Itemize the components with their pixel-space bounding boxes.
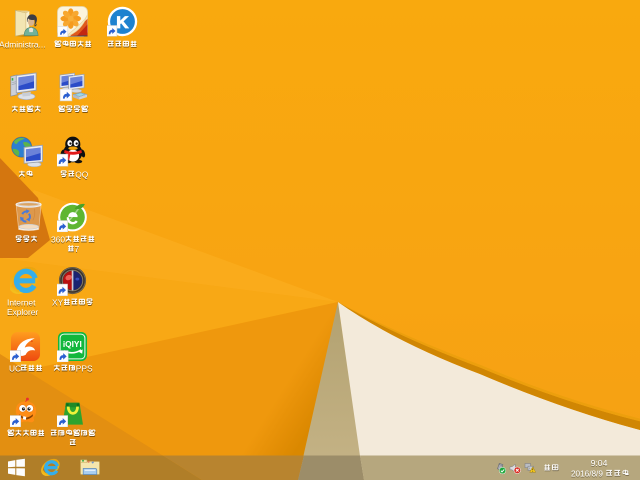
svg-text:Explorer: Explorer [7,307,38,317]
svg-text:Internet: Internet [7,297,36,307]
svg-text:UC: UC [9,363,21,373]
svg-text:iQIYI: iQIYI [62,338,81,348]
svg-text:QQ: QQ [75,169,89,179]
svg-text:7: 7 [75,243,80,253]
svg-text:PPS: PPS [76,363,93,373]
svg-text:XY: XY [52,297,64,307]
svg-text:360: 360 [51,234,65,244]
svg-text:Administra...: Administra... [0,39,46,49]
svg-text:K: K [116,13,129,32]
svg-text:2016/8/9: 2016/8/9 [571,470,603,479]
svg-text:9:04: 9:04 [591,458,608,468]
